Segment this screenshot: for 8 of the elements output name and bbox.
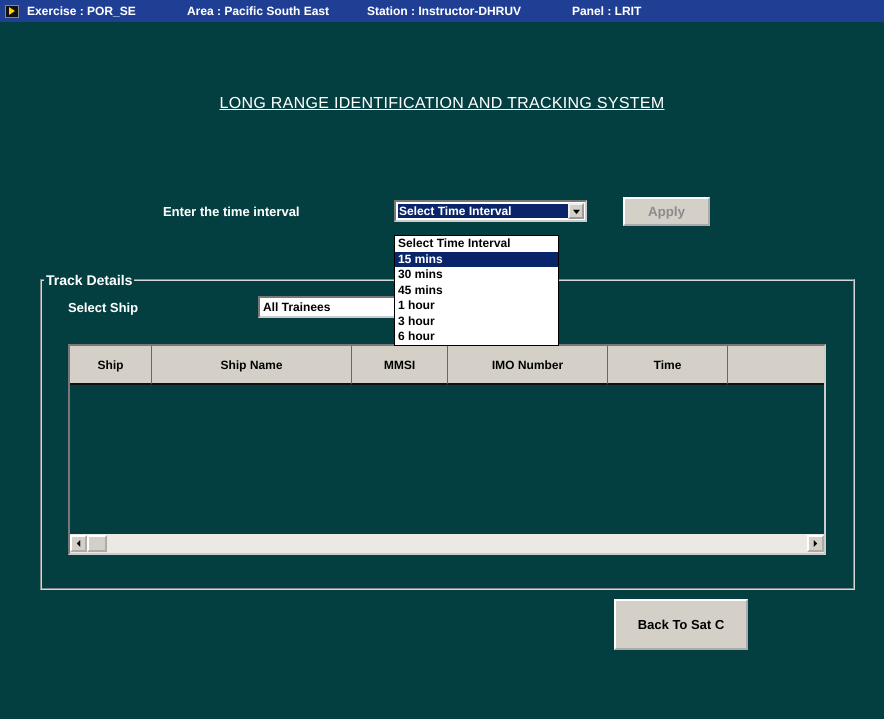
status-item: Panel : LRIT bbox=[572, 4, 642, 18]
status-item: Area : Pacific South East bbox=[187, 4, 330, 18]
status-item: Exercise : POR_SE bbox=[27, 4, 137, 18]
interval-label: Enter the time interval bbox=[163, 204, 301, 218]
select-ship-label: Select Ship bbox=[68, 300, 140, 314]
status-item: Station : Instructor-DHRUV bbox=[367, 4, 522, 18]
page-title: LONG RANGE IDENTIFICATION AND TRACKING SYSTEM bbox=[220, 95, 664, 113]
group-legend: Track Details bbox=[44, 272, 134, 288]
